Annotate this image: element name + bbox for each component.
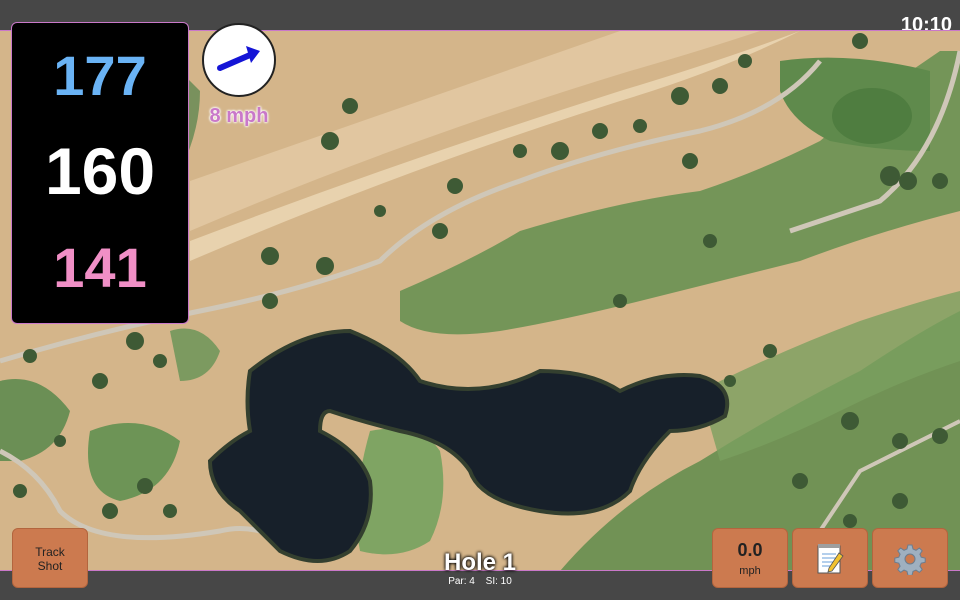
wind-button-unit: mph: [739, 565, 761, 577]
hole-stroke-index: SI: 10: [485, 576, 512, 587]
notes-button[interactable]: [792, 528, 868, 588]
golf-gps-app: 10:10 177 160 141 8 mph Track Shot Hole …: [0, 0, 960, 600]
track-shot-button[interactable]: Track Shot: [12, 528, 88, 588]
wind-arrow-icon: [217, 46, 260, 71]
hole-par: Par: 4: [448, 576, 475, 587]
wind-speed-button[interactable]: 0.0 mph: [712, 528, 788, 588]
track-shot-label-line1: Track: [35, 545, 65, 559]
wind-button-value: 0.0: [737, 540, 763, 560]
middle-distance: 160: [44, 134, 156, 208]
track-shot-label-line2: Shot: [37, 559, 63, 573]
gear-icon: [894, 544, 926, 575]
wind-direction-indicator: [202, 23, 276, 97]
hole-info: Par: 4 SI: 10: [380, 576, 580, 587]
hole-title: Hole 1: [443, 549, 517, 576]
settings-button[interactable]: [872, 528, 948, 588]
front-distance: 141: [53, 236, 147, 299]
wind-speed-label: 8 mph: [209, 105, 269, 127]
notepad-icon: [817, 544, 844, 574]
distance-panel: 177 160 141: [11, 22, 189, 324]
back-distance: 177: [53, 44, 147, 107]
